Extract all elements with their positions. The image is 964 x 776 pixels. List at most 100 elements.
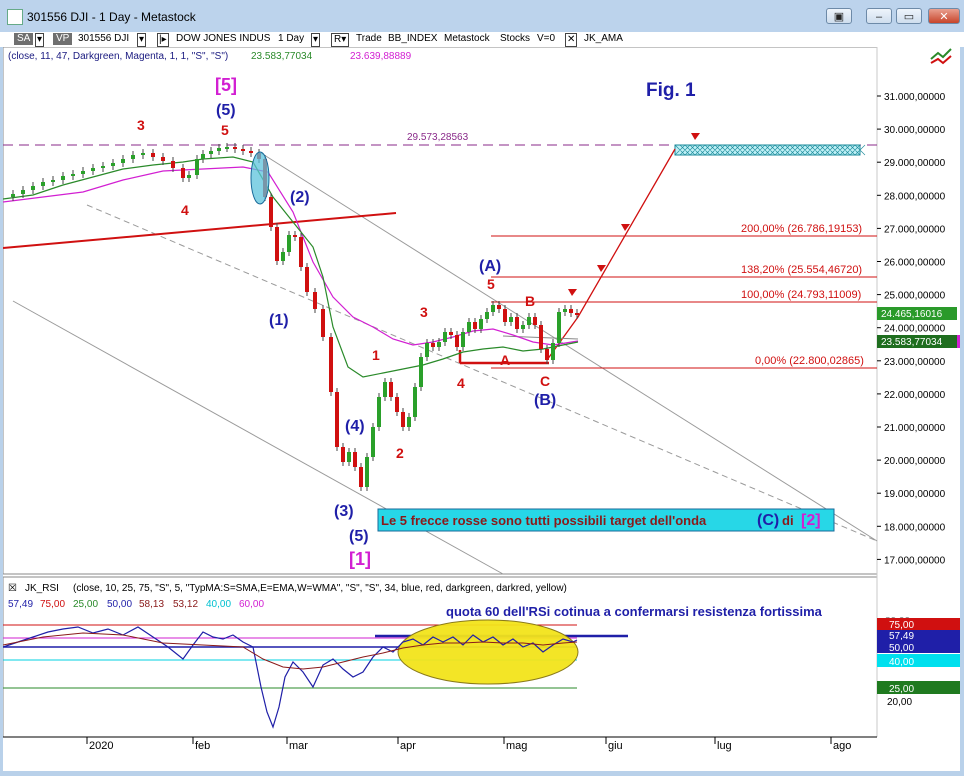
candle-down [329,337,333,392]
period-dropdown-icon[interactable]: ▾ [311,33,321,47]
candle-up [419,357,423,387]
candle-up [201,154,205,159]
symbol-switch-icon[interactable]: |▸ [157,33,169,47]
candle-down [233,147,237,149]
wave-label-5-minor-b: 5 [487,276,495,292]
wave-label-B-minor: B [525,293,535,309]
price-y-tick-label: 31.000,00000 [884,92,946,103]
wave-label-5-intermediate-b: (5) [349,528,369,545]
candle-down [545,349,549,360]
rsi-value-25: 25,00 [73,599,98,610]
candle-up [121,159,125,163]
price-y-tick-label: 27.000,00000 [884,224,946,235]
candle-down [161,157,165,161]
close-button[interactable]: ✕ [928,8,960,24]
candle-up [551,343,555,360]
price-y-tick-label: 23.000,00000 [884,357,946,368]
price-y-tick-label: 26.000,00000 [884,258,946,269]
candle-up [195,159,199,175]
note-di: di [782,513,794,528]
wave-label-C-minor: C [540,373,550,389]
wave-label-4-minor-b: 4 [457,375,465,391]
price-y-tick-label: 25.000,00000 [884,291,946,302]
x-axis-label: mar [289,740,308,752]
candle-up [217,148,221,151]
candle-down [171,161,175,168]
wave-label-3-minor: 3 [137,117,145,133]
rsi-tag-40: 40,00 [889,657,914,668]
security-name: DOW JONES INDUS [176,33,271,44]
candle-up [437,342,441,347]
wave-label-5-primary: [5] [215,75,237,95]
rsi-icon[interactable]: ☒ [8,583,17,594]
symbol-dropdown-icon[interactable]: ▾ [137,33,147,47]
window-titlebar: 301556 DJI - 1 Day - Metastock ▣ – ▭ ✕ [0,0,964,32]
rsi-value-75: 75,00 [40,599,65,610]
ama-params: (close, 11, 47, Darkgreen, Magenta, 1, 1… [8,51,228,62]
r-button[interactable]: R▾ [331,33,350,47]
minimize-button[interactable]: – [866,8,892,24]
jkama-label: JK_AMA [584,33,623,44]
candle-down [305,267,309,292]
wave-label-A-intermediate: (A) [479,258,501,275]
note-degree: [2] [801,512,821,529]
fib-200-label: 200,00% (26.786,19153) [741,223,862,235]
candle-up [365,457,369,487]
close-indicator-icon[interactable]: ✕ [565,33,578,47]
candle-up [479,319,483,329]
sa-dropdown-icon[interactable]: ▾ [35,33,45,47]
candle-down [269,197,273,227]
stocks-label: Stocks [500,33,531,44]
sa-button[interactable]: SA [14,33,34,45]
candle-up [61,176,65,180]
candle-down [181,168,185,178]
candle-down [455,335,459,347]
candle-up [383,382,387,397]
wave-label-5-minor: 5 [221,122,229,138]
candle-down [389,382,393,397]
price-y-tick-label: 21.000,00000 [884,423,946,434]
candle-up [491,305,495,312]
x-axis-label: 2020 [89,740,113,752]
rsi-highlight-ellipse [397,619,579,685]
chart-svg[interactable]: (close, 11, 47, Darkgreen, Magenta, 1, 1… [2,46,960,771]
price-y-tick-label: 24.000,00000 [884,324,946,335]
candle-down [293,235,297,237]
trade-button[interactable]: Trade [356,33,382,45]
wave-label-A-minor: A [500,352,510,368]
candle-up [425,343,429,357]
price-y-tick-label: 28.000,00000 [884,191,946,202]
vp-button[interactable]: VP [53,33,73,45]
x-axis-label: ago [833,740,851,752]
rsi-value-current: 57,49 [8,599,33,610]
chart-settings-icon[interactable] [930,48,952,65]
price-y-tick-label: 30.000,00000 [884,125,946,136]
resistance-hline-label: 29.573,28563 [407,132,469,143]
fig-label: Fig. 1 [646,80,696,101]
rsi-value-50: 50,00 [107,599,132,610]
r-label: R [334,34,342,45]
price-y-tick-label: 17.000,00000 [884,555,946,566]
fib-138-label: 138,20% (25.554,46720) [741,264,862,276]
rsi-value-ma2: 53,12 [173,599,198,610]
maximize-button[interactable]: ▭ [896,8,922,24]
v-label: V=0 [537,33,556,44]
price-y-tick-label: 20.000,00000 [884,456,946,467]
candle-up [347,452,351,462]
candle-up [187,175,191,178]
wave-label-2-minor: 2 [396,445,404,461]
chart-area[interactable]: (close, 11, 47, Darkgreen, Magenta, 1, 1… [2,46,960,771]
app-icon [7,9,23,25]
rsi-note: quota 60 dell'RSi cotinua a confermarsi … [446,604,823,619]
candle-up [521,325,525,329]
candle-down [359,467,363,487]
candle-down [249,151,253,153]
candle-up [485,312,489,319]
candle-down [503,309,507,322]
restore-layout-button[interactable]: ▣ [826,8,852,24]
candle-up [51,180,55,182]
candle-down [335,392,339,447]
symbol-label: 301556 DJI [78,33,130,44]
candle-up [91,168,95,171]
candle-up [81,171,85,174]
